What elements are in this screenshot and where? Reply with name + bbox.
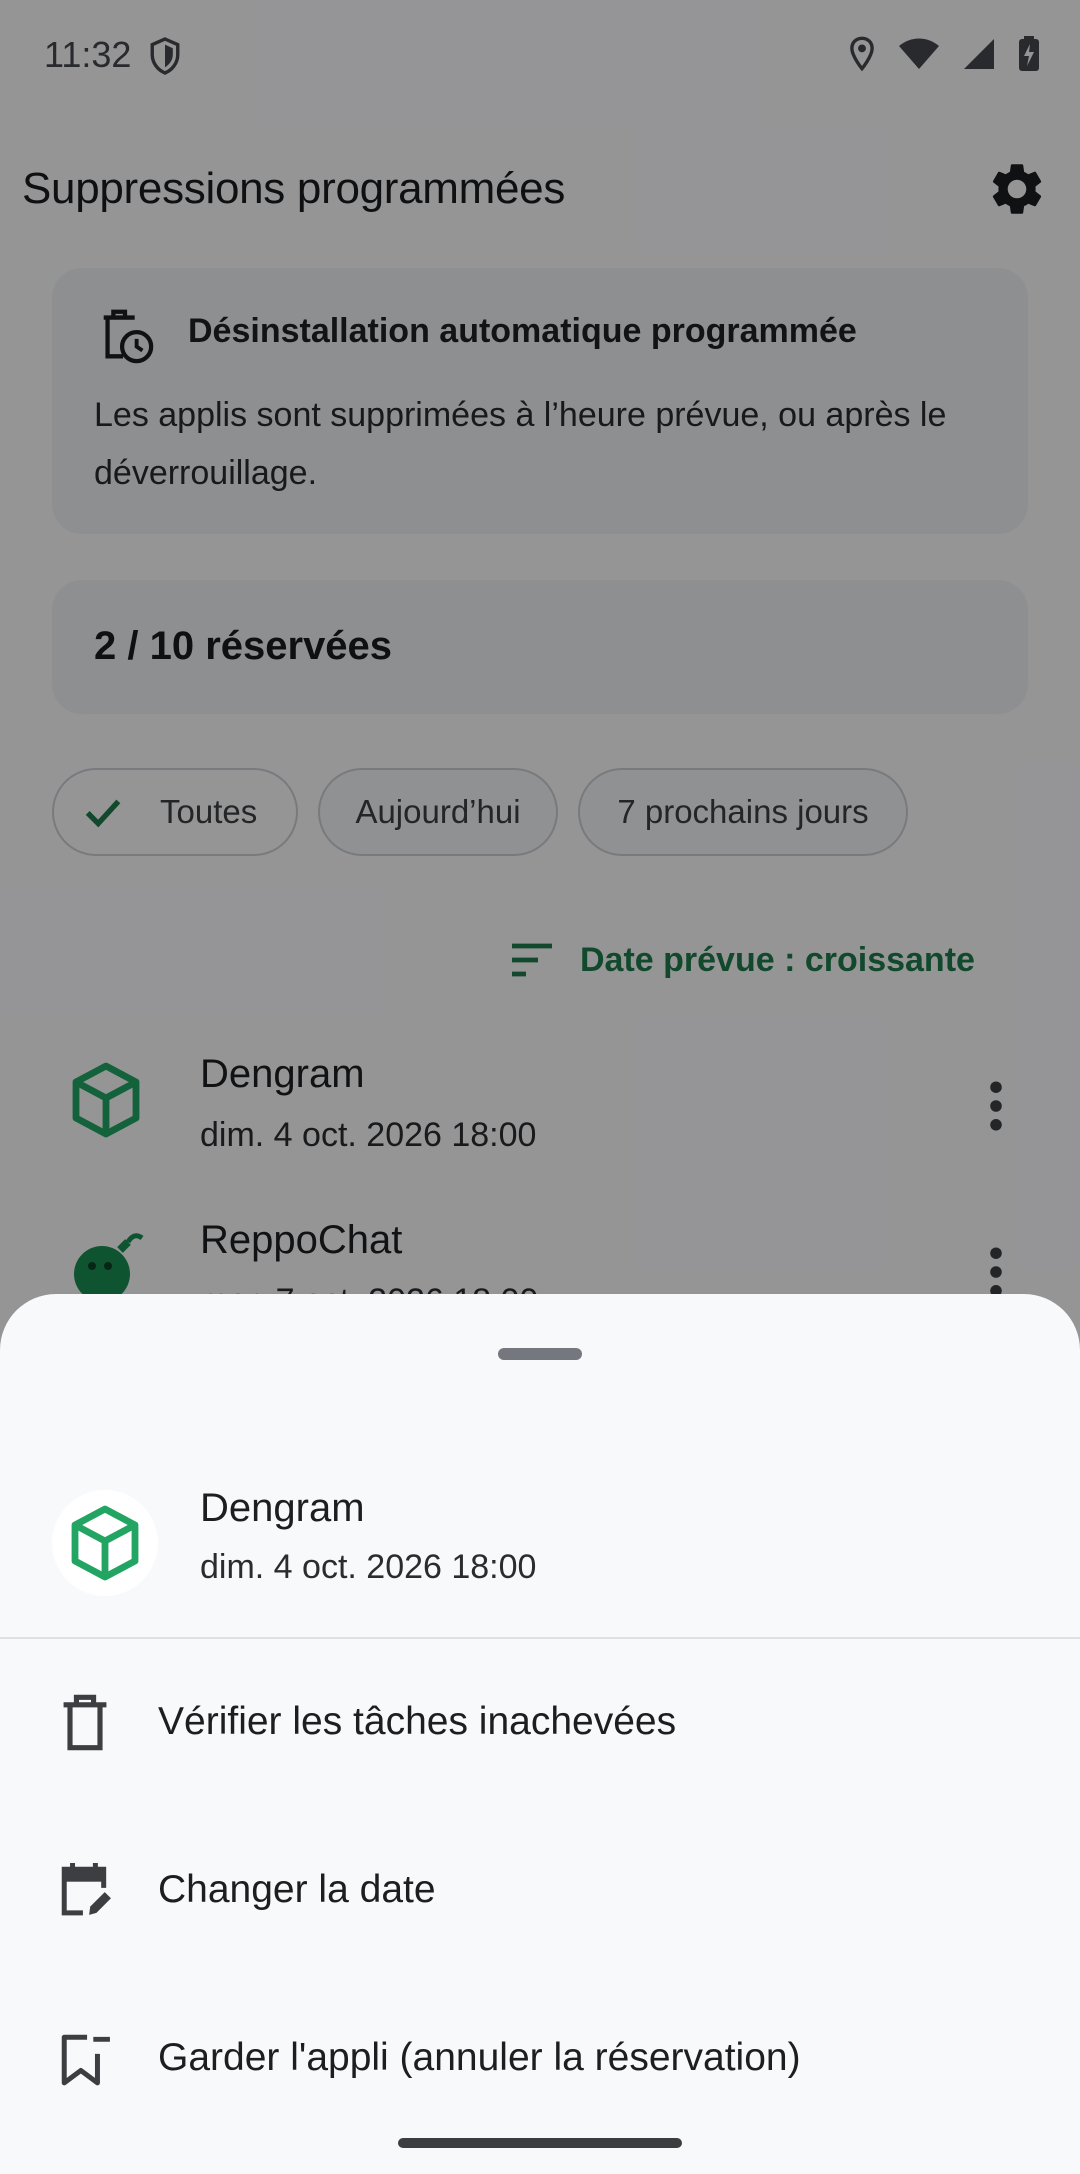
screen: 11:32 Suppressions programmées Désinstal… <box>0 0 1080 2174</box>
sheet-app-header: Dengram dim. 4 oct. 2026 18:00 <box>0 1486 1080 1636</box>
sheet-app-icon <box>52 1490 158 1596</box>
calendar-edit-icon <box>61 1863 111 1916</box>
verify-tasks-button[interactable]: Vérifier les tâches inachevées <box>0 1642 1080 1802</box>
change-date-button[interactable]: Changer la date <box>0 1810 1080 1970</box>
gesture-nav-handle[interactable] <box>398 2138 682 2148</box>
action-label: Vérifier les tâches inachevées <box>158 1700 677 1743</box>
sheet-app-date: dim. 4 oct. 2026 18:00 <box>200 1548 537 1586</box>
keep-app-button[interactable]: Garder l'appli (annuler la réservation) <box>0 1978 1080 2138</box>
bottom-sheet: Dengram dim. 4 oct. 2026 18:00 Vérifier … <box>0 1294 1080 2174</box>
drag-handle[interactable] <box>498 1348 582 1360</box>
bookmark-remove-icon <box>61 2034 110 2086</box>
trash-icon <box>63 1694 107 1751</box>
divider <box>0 1637 1080 1639</box>
action-label: Garder l'appli (annuler la réservation) <box>158 2036 801 2079</box>
cube-icon <box>71 1505 139 1581</box>
action-label: Changer la date <box>158 1868 436 1911</box>
sheet-app-name: Dengram <box>200 1486 365 1530</box>
